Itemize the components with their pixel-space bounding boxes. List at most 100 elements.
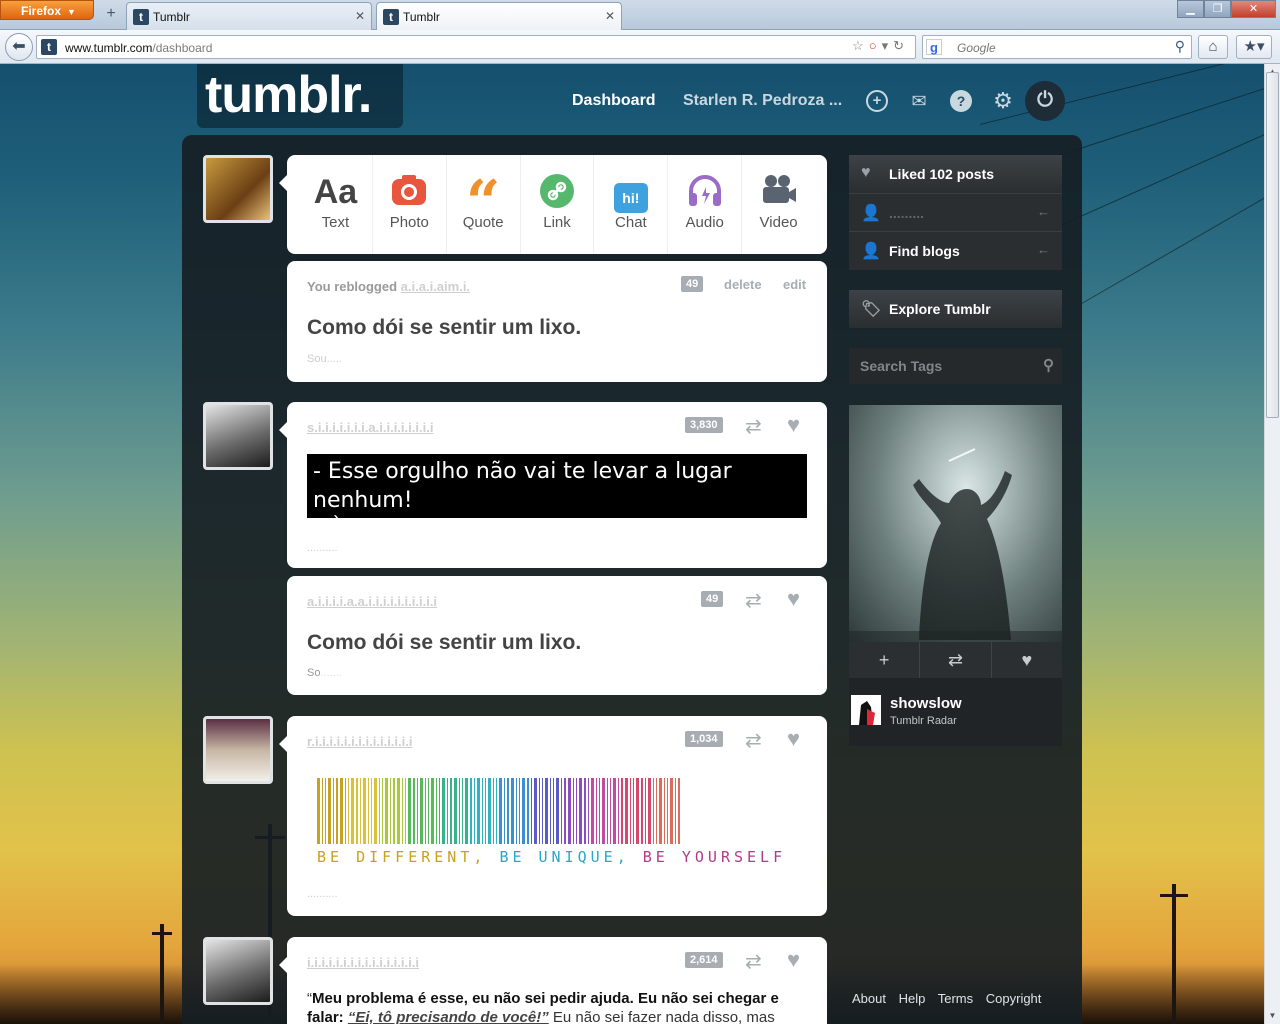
reblog-icon[interactable]: ⇄ (745, 588, 762, 613)
sidebar-liked-posts[interactable]: ♥ Liked 102 posts (849, 155, 1062, 193)
nav-user-link[interactable]: Starlen R. Pedroza ... (683, 92, 842, 110)
footer-help-link[interactable]: Help (899, 991, 926, 1006)
inbox-icon[interactable]: ✉ (908, 90, 930, 112)
user-avatar[interactable] (203, 155, 273, 223)
barcode-bar (325, 778, 326, 844)
post-type-photo[interactable]: Photo (373, 155, 447, 254)
barcode-bar (470, 778, 472, 844)
delete-post-link[interactable]: delete (724, 277, 762, 292)
footer-copyright-link[interactable]: Copyright (986, 991, 1042, 1006)
google-icon[interactable]: g (926, 39, 942, 55)
tumblr-logo[interactable]: tumblr. (197, 64, 403, 128)
barcode-bar (542, 778, 543, 844)
barcode-bar (561, 778, 562, 844)
sidebar-find-blogs[interactable]: 👤 Find blogs ← (849, 232, 1062, 270)
post-type-quote[interactable]: “ Quote (447, 155, 521, 254)
barcode-bar (420, 778, 423, 844)
tab-close-icon[interactable]: ✕ (355, 9, 365, 23)
radar-reblog-icon[interactable]: ⇄ (920, 642, 992, 678)
barcode-bar (436, 778, 437, 844)
back-button[interactable]: ⬅ (5, 33, 33, 61)
radar-like-icon[interactable]: ♥ (992, 642, 1062, 678)
post-type-video[interactable]: Video (742, 155, 815, 254)
like-heart-icon[interactable]: ♥ (787, 947, 800, 973)
barcode-bar (576, 778, 577, 844)
utility-pole-crossbar (1160, 894, 1188, 897)
notes-count[interactable]: 1,034 (685, 731, 723, 747)
barcode-bar (408, 778, 411, 844)
bookmarks-button[interactable]: ★▾ (1236, 35, 1272, 59)
post-type-link[interactable]: Link (521, 155, 595, 254)
scrollbar-thumb[interactable] (1266, 72, 1279, 418)
home-button[interactable]: ⌂ (1198, 35, 1228, 59)
utility-pole (1172, 884, 1176, 1024)
notes-count[interactable]: 49 (701, 591, 724, 607)
power-line (979, 64, 1264, 125)
blog-avatar[interactable] (203, 402, 273, 470)
radar-post-image[interactable] (849, 405, 1062, 642)
sidebar-explore-tumblr[interactable]: 🏷 Explore Tumblr (849, 290, 1062, 328)
tag-icon: 🏷 (861, 301, 882, 318)
page-scrollbar[interactable]: ▲ ▼ (1264, 64, 1280, 1024)
footer-about-link[interactable]: About (852, 991, 886, 1006)
browser-tab-active[interactable]: t Tumblr ✕ (376, 2, 622, 30)
blog-avatar[interactable] (203, 937, 273, 1005)
video-camera-icon (742, 173, 815, 211)
maximize-button[interactable]: ❐ (1204, 0, 1231, 18)
barcode-bar (522, 778, 525, 844)
like-heart-icon[interactable]: ♥ (787, 412, 800, 438)
browser-tab[interactable]: t Tumblr ✕ (126, 2, 372, 30)
radar-user-name[interactable]: showslow (890, 695, 962, 712)
like-heart-icon[interactable]: ♥ (787, 726, 800, 752)
radar-user[interactable]: showslow Tumblr Radar (849, 678, 1062, 746)
post-type-text[interactable]: Aa Text (299, 155, 373, 254)
address-bar[interactable]: t www.tumblr.com/dashboard ☆○▾↻ (36, 35, 916, 59)
scroll-down-arrow-icon[interactable]: ▼ (1265, 1008, 1280, 1024)
new-post-icon[interactable]: + (866, 90, 888, 112)
search-icon[interactable]: ⚲ (1175, 38, 1185, 55)
tab-title: Tumblr (403, 10, 440, 24)
firefox-menu-label: Firefox (21, 4, 62, 18)
reload-icon[interactable]: ↻ (893, 38, 909, 53)
bookmark-star-icon[interactable]: ☆ (852, 38, 869, 53)
tab-close-icon[interactable]: ✕ (605, 9, 615, 23)
like-heart-icon[interactable]: ♥ (787, 586, 800, 612)
barcode-bar (474, 778, 475, 844)
minimize-button[interactable]: ▁ (1177, 0, 1204, 18)
dashboard-post: s.i.i.i.i.i.i.i.a.i.i.i.i.i.i.i.i 3,830 … (279, 402, 827, 568)
notes-count[interactable]: 2,614 (685, 952, 723, 968)
edit-post-link[interactable]: edit (783, 277, 806, 292)
notes-count[interactable]: 3,830 (685, 417, 723, 433)
close-window-button[interactable]: ✕ (1231, 0, 1276, 18)
notes-count[interactable]: 49 (681, 276, 704, 292)
firefox-menu-button[interactable]: Firefox ▼ (0, 0, 94, 20)
reblog-icon[interactable]: ⇄ (745, 949, 762, 974)
post-type-audio[interactable]: Audio (668, 155, 743, 254)
sidebar-following[interactable]: 👤 ......... ← (849, 194, 1062, 232)
utility-pole (160, 924, 164, 1024)
barcode-bar (625, 778, 628, 844)
new-tab-button[interactable]: + (100, 4, 122, 26)
reblog-icon[interactable]: ⇄ (745, 728, 762, 753)
post-type-label: Photo (389, 214, 429, 231)
blog-avatar[interactable] (203, 716, 273, 784)
search-icon[interactable]: ⚲ (1043, 356, 1054, 374)
help-icon[interactable]: ? (950, 90, 972, 112)
barcode-bars (317, 778, 797, 844)
radar-follow-icon[interactable]: + (849, 642, 921, 678)
barcode-bar (382, 778, 383, 844)
radar-user-avatar[interactable] (851, 695, 881, 725)
dropdown-arrow-icon[interactable]: ▾ (882, 38, 894, 53)
barcode-bar (393, 778, 395, 844)
card-pointer (279, 957, 287, 973)
footer-terms-link[interactable]: Terms (938, 991, 973, 1006)
search-tags-input[interactable]: Search Tags ⚲ (849, 348, 1062, 384)
search-box[interactable]: g Google ⚲ (922, 35, 1192, 59)
logout-power-icon[interactable]: ⏻ (1025, 81, 1065, 121)
settings-gear-icon[interactable]: ⚙ (992, 90, 1014, 112)
barcode-bar (545, 778, 548, 844)
reblog-icon[interactable]: ⇄ (745, 414, 762, 439)
nav-dashboard-link[interactable]: Dashboard (572, 92, 656, 110)
barcode-bar (556, 778, 559, 844)
post-type-chat[interactable]: hi! Chat (594, 155, 669, 254)
